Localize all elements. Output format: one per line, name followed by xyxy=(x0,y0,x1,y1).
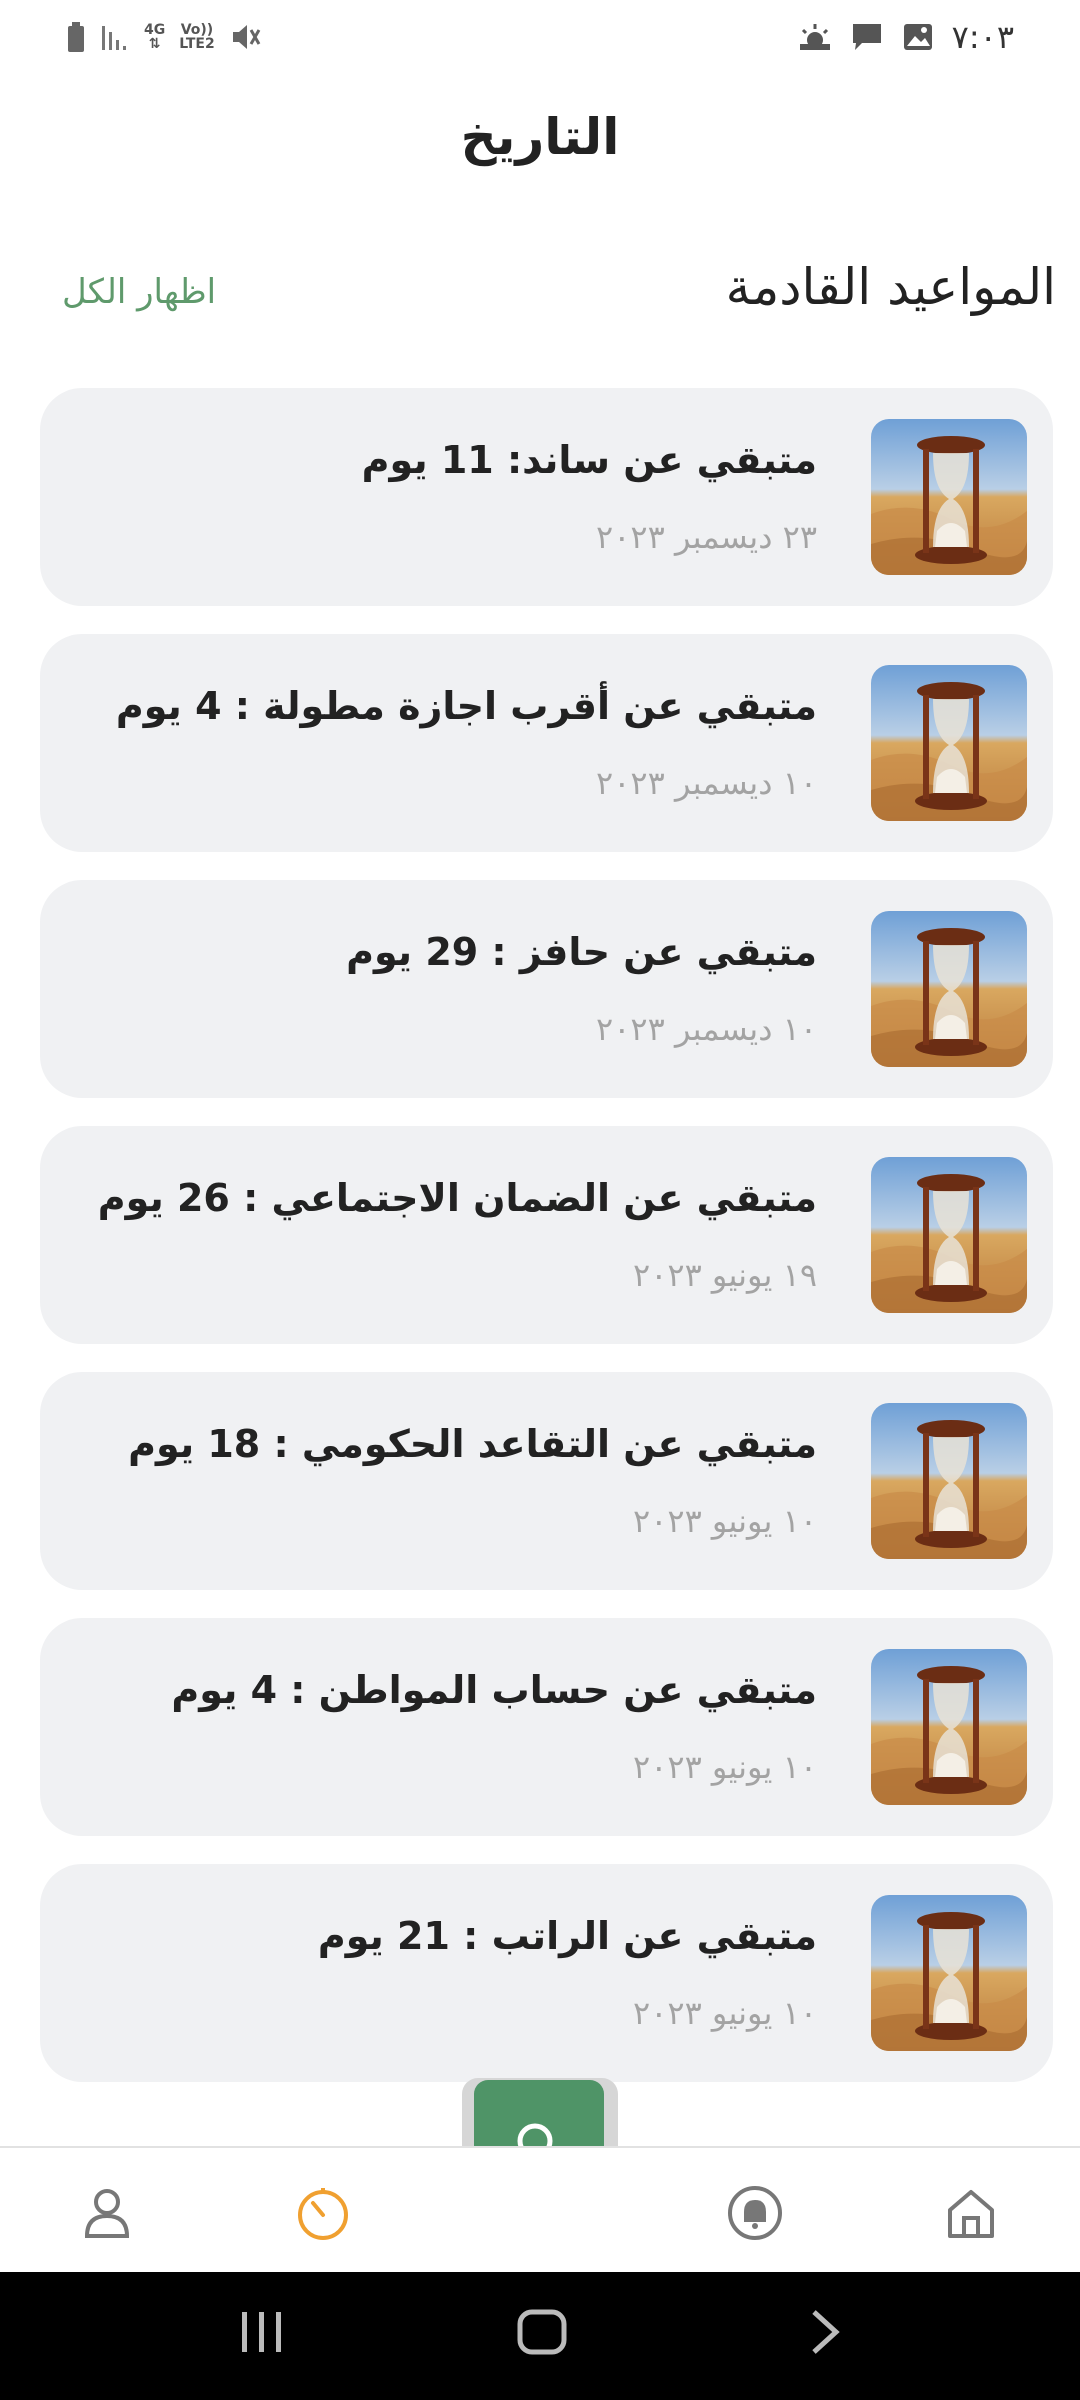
notifications-tab[interactable] xyxy=(720,2178,790,2248)
appointment-card[interactable]: متبقي عن حساب المواطن : 4 يوم ١٠ يونيو ٢… xyxy=(40,1618,1053,1836)
hourglass-icon xyxy=(871,419,1027,575)
card-text: متبقي عن الراتب : 21 يوم ١٠ يونيو ٢٠٢٣ xyxy=(40,1914,871,2032)
appointment-date: ١٠ ديسمبر ٢٠٢٣ xyxy=(596,1010,817,1048)
home-icon xyxy=(948,2190,994,2238)
show-all-link[interactable]: اظهار الكل xyxy=(62,272,216,312)
appointment-date: ١٠ ديسمبر ٢٠٢٣ xyxy=(596,764,817,802)
hourglass-icon xyxy=(871,1403,1027,1559)
battery-icon xyxy=(68,22,84,52)
card-text: متبقي عن حافز : 29 يوم ١٠ ديسمبر ٢٠٢٣ xyxy=(40,930,871,1048)
hourglass-icon xyxy=(871,665,1027,821)
appointment-date: ١٠ يونيو ٢٠٢٣ xyxy=(633,1502,817,1540)
mute-icon xyxy=(232,25,261,49)
recent-apps-icon[interactable] xyxy=(238,2306,286,2358)
page-title: التاريخ xyxy=(460,108,620,166)
appointment-title: متبقي عن حساب المواطن : 4 يوم xyxy=(171,1668,817,1712)
status-bar: 4G ⇅ Vo)) LTE2 ٧:٠٣ xyxy=(0,0,1080,72)
appointment-title: متبقي عن حافز : 29 يوم xyxy=(346,930,817,974)
appointments-list: متبقي عن ساند: 11 يوم ٢٣ ديسمبر ٢٠٢٣ متب… xyxy=(40,388,1053,2110)
hourglass-icon xyxy=(871,1157,1027,1313)
home-button-icon[interactable] xyxy=(516,2306,568,2358)
clock: ٧:٠٣ xyxy=(951,18,1014,56)
appointment-card[interactable]: متبقي عن أقرب اجازة مطولة : 4 يوم ١٠ ديس… xyxy=(40,634,1053,852)
hourglass-icon xyxy=(871,1649,1027,1805)
appointment-title: متبقي عن التقاعد الحكومي : 18 يوم xyxy=(128,1422,817,1466)
network-indicator: 4G ⇅ xyxy=(144,22,166,52)
card-text: متبقي عن التقاعد الحكومي : 18 يوم ١٠ يون… xyxy=(40,1422,871,1540)
appointment-title: متبقي عن الضمان الاجتماعي : 26 يوم xyxy=(97,1176,817,1220)
section-title: المواعيد القادمة xyxy=(725,258,1056,316)
appointment-date: ١٠ يونيو ٢٠٢٣ xyxy=(633,1994,817,2032)
appointment-card[interactable]: متبقي عن الضمان الاجتماعي : 26 يوم ١٩ يو… xyxy=(40,1126,1053,1344)
card-text: متبقي عن ساند: 11 يوم ٢٣ ديسمبر ٢٠٢٣ xyxy=(40,438,871,556)
card-text: متبقي عن أقرب اجازة مطولة : 4 يوم ١٠ ديس… xyxy=(40,684,871,802)
appointment-card[interactable]: متبقي عن حافز : 29 يوم ١٠ ديسمبر ٢٠٢٣ xyxy=(40,880,1053,1098)
card-text: متبقي عن حساب المواطن : 4 يوم ١٠ يونيو ٢… xyxy=(40,1668,871,1786)
back-icon[interactable] xyxy=(806,2306,846,2358)
profile-tab[interactable] xyxy=(72,2178,142,2248)
gallery-icon xyxy=(903,24,932,50)
message-icon xyxy=(852,24,881,50)
bell-icon xyxy=(728,2186,782,2240)
card-text: متبقي عن الضمان الاجتماعي : 26 يوم ١٩ يو… xyxy=(40,1176,871,1294)
appointment-card[interactable]: متبقي عن الراتب : 21 يوم ١٠ يونيو ٢٠٢٣ xyxy=(40,1864,1053,2082)
signal-icon xyxy=(102,26,126,50)
appointment-card[interactable]: متبقي عن التقاعد الحكومي : 18 يوم ١٠ يون… xyxy=(40,1372,1053,1590)
appointment-card[interactable]: متبقي عن ساند: 11 يوم ٢٣ ديسمبر ٢٠٢٣ xyxy=(40,388,1053,606)
appointment-title: متبقي عن الراتب : 21 يوم xyxy=(317,1914,817,1958)
status-left: 4G ⇅ Vo)) LTE2 xyxy=(66,20,263,54)
volte-indicator: Vo)) LTE2 xyxy=(179,22,215,52)
status-right: ٧:٠٣ xyxy=(798,18,1014,56)
appointment-date: ١٠ يونيو ٢٠٢٣ xyxy=(633,1748,817,1786)
weather-icon xyxy=(799,24,830,50)
hourglass-icon xyxy=(871,911,1027,1067)
timer-icon xyxy=(298,2188,348,2240)
home-tab[interactable] xyxy=(936,2178,1006,2248)
bottom-nav xyxy=(0,2146,1080,2274)
profile-icon xyxy=(84,2189,130,2238)
system-nav-bar xyxy=(0,2272,1080,2400)
appointment-title: متبقي عن أقرب اجازة مطولة : 4 يوم xyxy=(115,684,817,728)
appointment-title: متبقي عن ساند: 11 يوم xyxy=(361,438,817,482)
appointment-date: ٢٣ ديسمبر ٢٠٢٣ xyxy=(596,518,817,556)
hourglass-icon xyxy=(871,1895,1027,2051)
timer-tab[interactable] xyxy=(288,2178,358,2248)
appointment-date: ١٩ يونيو ٢٠٢٣ xyxy=(633,1256,817,1294)
